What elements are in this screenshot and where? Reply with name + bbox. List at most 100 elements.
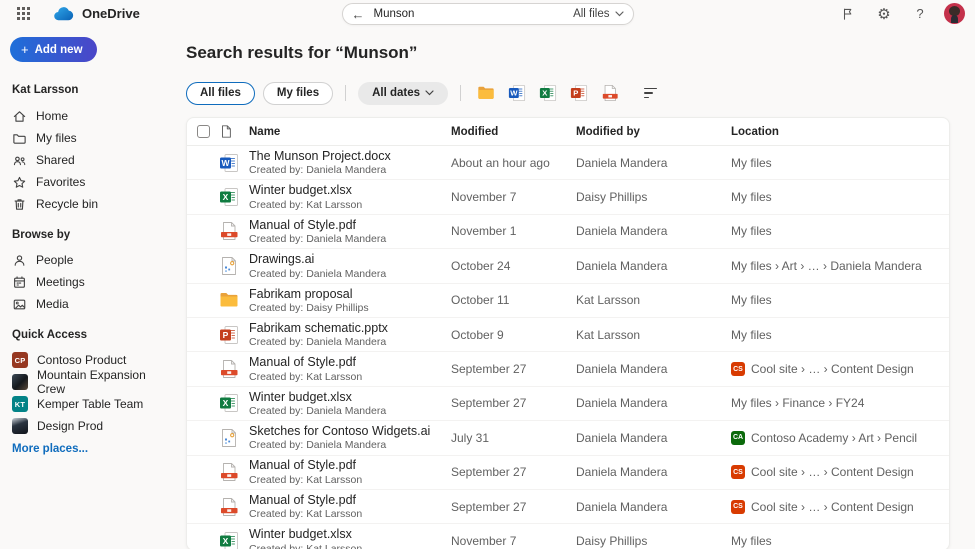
sidebar-user-name: Kat Larsson — [12, 84, 79, 96]
filter-pill-all-files[interactable]: All files — [186, 81, 255, 105]
location-text: Cool site › … › Content Design — [751, 465, 914, 480]
file-row[interactable]: Sketches for Contoso Widgets.ai Created b… — [187, 421, 949, 456]
modified-by-cell: Daniela Mandera — [576, 362, 668, 377]
site-thumbnail-icon — [12, 374, 28, 390]
file-name[interactable]: Fabrikam schematic.pptx — [249, 321, 441, 335]
file-name[interactable]: The Munson Project.docx — [249, 149, 441, 163]
file-name[interactable]: Manual of Style.pdf — [249, 458, 441, 472]
file-name[interactable]: Drawings.ai — [249, 252, 441, 266]
settings-gear-icon[interactable]: ⚙ — [872, 2, 896, 26]
help-icon[interactable]: ? — [908, 2, 932, 26]
all-dates-dropdown[interactable]: All dates — [358, 81, 449, 105]
meetings-icon — [12, 275, 27, 290]
svg-text:W: W — [221, 158, 230, 168]
sidebar-item-recycle-bin[interactable]: Recycle bin — [8, 193, 170, 215]
file-row[interactable]: Manual of Style.pdf Created by: Daniela M… — [187, 215, 949, 250]
sidebar-item-media[interactable]: Media — [8, 293, 170, 315]
created-by-text: Created by: Kat Larsson — [249, 542, 363, 549]
select-all-checkbox[interactable] — [197, 125, 210, 138]
file-row[interactable]: Fabrikam proposal Created by: Daisy Phill… — [187, 284, 949, 318]
modified-cell: November 7 — [451, 190, 517, 205]
table-body: W The Munson Project.docx Created by: Dani… — [187, 146, 949, 549]
search-box[interactable]: ← Munson All files — [341, 3, 634, 25]
modified-cell: November 7 — [451, 533, 517, 548]
file-row[interactable]: Manual of Style.pdf Created by: Kat Larss… — [187, 490, 949, 525]
file-name[interactable]: Sketches for Contoso Widgets.ai — [249, 424, 441, 438]
location-text: My files — [731, 327, 772, 342]
filter-pill-my-files[interactable]: My files — [262, 81, 334, 105]
filter-pdf-button[interactable] — [597, 81, 623, 105]
file-name[interactable]: Manual of Style.pdf — [249, 355, 441, 369]
search-scope-dropdown[interactable]: All files — [573, 8, 624, 20]
file-name[interactable]: Manual of Style.pdf — [249, 493, 441, 507]
file-name[interactable]: Winter budget.xlsx — [249, 183, 441, 197]
folder-file-icon — [219, 290, 239, 310]
trash-icon — [12, 197, 27, 212]
filters-icon[interactable] — [640, 84, 661, 103]
sidebar-item-meetings[interactable]: Meetings — [8, 271, 170, 293]
file-row[interactable]: X Winter budget.xlsx Created by: Daniela M… — [187, 387, 949, 422]
name-cell: The Munson Project.docx Created by: Danie… — [249, 149, 451, 176]
quick-access-label: Design Prod — [37, 419, 104, 433]
home-icon — [12, 109, 27, 124]
modified-cell: November 1 — [451, 224, 517, 239]
quick-access-label: Contoso Product — [37, 353, 127, 367]
filter-powerpoint-button[interactable]: P — [566, 81, 592, 105]
column-header-name[interactable]: Name — [249, 126, 451, 138]
browse-by-heading: Browse by — [12, 229, 71, 241]
file-row[interactable]: X Winter budget.xlsx Created by: Kat Larss… — [187, 180, 949, 215]
file-name[interactable]: Manual of Style.pdf — [249, 218, 441, 232]
created-by-text: Created by: Daniela Mandera — [249, 439, 387, 452]
onedrive-brand[interactable]: OneDrive — [52, 6, 140, 21]
results-table-card: Name Modified Modified by Location W The … — [186, 117, 950, 549]
column-header-modified-by[interactable]: Modified by — [576, 126, 731, 138]
feedback-flag-icon[interactable] — [836, 2, 860, 26]
quick-access-item-design-prod[interactable]: Design Prod — [8, 415, 170, 437]
file-row[interactable]: Manual of Style.pdf Created by: Kat Larss… — [187, 456, 949, 490]
user-avatar[interactable] — [944, 3, 965, 24]
file-row[interactable]: Drawings.ai Created by: Daniela Mandera Oc… — [187, 249, 949, 284]
sidebar-item-people[interactable]: People — [8, 249, 170, 271]
excel-file-icon: X — [219, 187, 239, 207]
plus-icon: + — [21, 42, 29, 57]
name-cell: Sketches for Contoso Widgets.ai Created b… — [249, 424, 451, 451]
name-cell: Manual of Style.pdf Created by: Kat Larss… — [249, 355, 451, 382]
column-header-modified[interactable]: Modified — [451, 126, 576, 138]
folder-icon — [12, 131, 27, 146]
modified-by-cell: Daniela Mandera — [576, 258, 668, 273]
search-input[interactable]: Munson — [374, 8, 574, 20]
back-arrow-icon[interactable]: ← — [352, 8, 365, 21]
location-text: My files — [731, 224, 772, 239]
more-places-link[interactable]: More places... — [12, 443, 88, 455]
location-text: Contoso Academy › Art › Pencil — [751, 430, 918, 445]
file-row[interactable]: W The Munson Project.docx Created by: Dani… — [187, 146, 949, 181]
sidebar-item-my-files[interactable]: My files — [8, 127, 170, 149]
file-name[interactable]: Fabrikam proposal — [249, 287, 441, 301]
person-icon — [12, 253, 27, 268]
file-name[interactable]: Winter budget.xlsx — [249, 390, 441, 404]
location-text: My files — [731, 190, 772, 205]
filter-excel-button[interactable]: X — [535, 81, 561, 105]
created-by-text: Created by: Daniela Mandera — [249, 164, 387, 177]
svg-text:X: X — [542, 89, 548, 98]
column-header-location[interactable]: Location — [731, 126, 949, 138]
file-name[interactable]: Winter budget.xlsx — [249, 527, 441, 541]
add-new-button[interactable]: + Add new — [10, 37, 97, 62]
filter-folder-button[interactable] — [473, 81, 499, 105]
location-cell: My files › Finance › FY24 — [731, 396, 949, 410]
app-title: OneDrive — [82, 6, 140, 21]
sidebar-item-home[interactable]: Home — [8, 105, 170, 127]
name-cell: Manual of Style.pdf Created by: Kat Larss… — [249, 493, 451, 520]
app-launcher-waffle-icon[interactable] — [10, 3, 36, 25]
modified-by-cell: Daniela Mandera — [576, 465, 668, 480]
quick-access-item-kemper-table-team[interactable]: KT Kemper Table Team — [8, 393, 170, 415]
quick-access-item-mountain-expansion-crew[interactable]: Mountain Expansion Crew — [8, 368, 170, 396]
location-cell: My files — [731, 224, 949, 238]
file-row[interactable]: Manual of Style.pdf Created by: Kat Larss… — [187, 352, 949, 387]
sidebar-item-shared[interactable]: Shared — [8, 149, 170, 171]
file-row[interactable]: P Fabrikam schematic.pptx Created by: Dani… — [187, 318, 949, 353]
divider — [345, 85, 347, 101]
sidebar-item-favorites[interactable]: Favorites — [8, 171, 170, 193]
file-row[interactable]: X Winter budget.xlsx Created by: Kat Larss… — [187, 524, 949, 549]
filter-word-button[interactable]: W — [504, 81, 530, 105]
